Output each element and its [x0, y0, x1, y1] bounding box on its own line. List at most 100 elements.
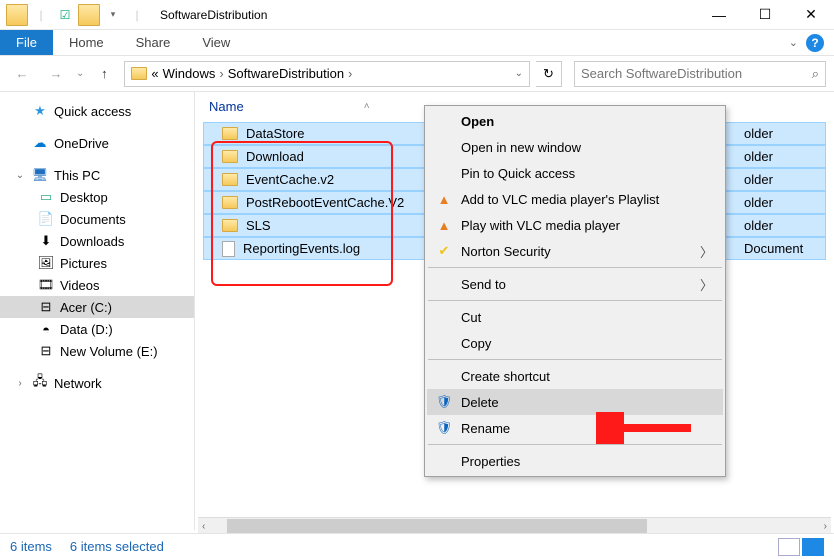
- sidebar-item-data-d[interactable]: ◓Data (D:): [0, 318, 194, 340]
- sidebar-item-downloads[interactable]: ⬇Downloads: [0, 230, 194, 252]
- sidebar-item-label: Data (D:): [60, 322, 113, 337]
- file-name: SLS: [246, 218, 271, 233]
- sidebar-network[interactable]: ›🖧Network: [0, 372, 194, 394]
- breadcrumb-part[interactable]: SoftwareDistribution: [228, 66, 344, 81]
- breadcrumb-part[interactable]: Windows: [163, 66, 216, 81]
- file-type: older: [744, 149, 773, 164]
- file-type: Document: [744, 241, 803, 256]
- folder-icon: [222, 173, 238, 186]
- close-button[interactable]: ✕: [788, 0, 834, 30]
- minimize-button[interactable]: —: [696, 0, 742, 30]
- chevron-right-icon: 〉: [700, 242, 713, 261]
- folder-icon: [222, 150, 238, 163]
- scroll-right-icon[interactable]: ›: [820, 521, 831, 532]
- menu-open[interactable]: Open: [427, 108, 723, 134]
- address-dropdown-icon[interactable]: ⌄: [515, 68, 523, 79]
- recent-dropdown-icon[interactable]: ⌄: [76, 68, 84, 79]
- tab-home[interactable]: Home: [53, 30, 120, 55]
- menu-label: Play with VLC media player: [461, 218, 620, 233]
- qat-overflow-icon[interactable]: ▾: [102, 4, 124, 26]
- sidebar-item-label: New Volume (E:): [60, 344, 158, 359]
- scroll-left-icon[interactable]: ‹: [198, 521, 209, 532]
- sort-indicator-icon[interactable]: ˄: [364, 101, 370, 112]
- pc-icon: 🖥: [32, 167, 48, 183]
- tab-share[interactable]: Share: [120, 30, 187, 55]
- sidebar-item-pictures[interactable]: 🖼Pictures: [0, 252, 194, 274]
- shield-icon: 🛡: [435, 420, 453, 436]
- scrollbar-thumb[interactable]: [227, 519, 647, 534]
- quick-access-toolbar: | ☑ ▾ |: [6, 4, 148, 26]
- qat-folder-icon[interactable]: [78, 4, 100, 26]
- menu-copy[interactable]: Copy: [427, 330, 723, 356]
- menu-delete[interactable]: 🛡Delete: [427, 389, 723, 415]
- window-title: SoftwareDistribution: [160, 8, 267, 22]
- sidebar-item-documents[interactable]: 📄Documents: [0, 208, 194, 230]
- sidebar-item-new-volume-e[interactable]: ⊟New Volume (E:): [0, 340, 194, 362]
- menu-cut[interactable]: Cut: [427, 304, 723, 330]
- sidebar-item-videos[interactable]: 🎞 Videos: [0, 274, 194, 296]
- menu-rename[interactable]: 🛡Rename: [427, 415, 723, 441]
- folder-icon: [131, 67, 147, 80]
- properties-icon[interactable]: ☑: [54, 4, 76, 26]
- menu-label: Add to VLC media player's Playlist: [461, 192, 659, 207]
- file-name: PostRebootEventCache.V2: [246, 195, 404, 210]
- sidebar-quick-access[interactable]: ★ Quick access: [0, 100, 194, 122]
- view-details-button[interactable]: [778, 538, 800, 556]
- view-large-button[interactable]: [802, 538, 824, 556]
- downloads-icon: ⬇: [38, 233, 54, 249]
- horizontal-scrollbar[interactable]: ‹ ›: [198, 517, 831, 534]
- sidebar-item-label: Quick access: [54, 104, 131, 119]
- navbar: ← → ⌄ ↑ « Windows › SoftwareDistribution…: [0, 56, 834, 92]
- menu-send-to[interactable]: Send to 〉: [427, 271, 723, 297]
- tab-view[interactable]: View: [186, 30, 246, 55]
- search-input[interactable]: [581, 66, 812, 81]
- chevron-right-icon[interactable]: ›: [348, 66, 352, 81]
- forward-button[interactable]: →: [42, 60, 70, 88]
- breadcrumb[interactable]: « Windows › SoftwareDistribution › ⌄: [124, 61, 530, 87]
- search-box[interactable]: ⌕: [574, 61, 826, 87]
- chevron-right-icon: 〉: [700, 275, 713, 294]
- menu-vlc-playlist[interactable]: ▲Add to VLC media player's Playlist: [427, 186, 723, 212]
- file-name: Download: [246, 149, 304, 164]
- ribbon: File Home Share View ⌄ ?: [0, 30, 834, 56]
- norton-icon: ✔: [435, 243, 453, 259]
- sidebar: ★Quick access ☁OneDrive ⌄🖥This PC ▭Deskt…: [0, 92, 195, 530]
- drive-icon: ⊟: [38, 299, 54, 315]
- maximize-button[interactable]: ☐: [742, 0, 788, 30]
- menu-vlc-play[interactable]: ▲Play with VLC media player: [427, 212, 723, 238]
- search-icon[interactable]: ⌕: [812, 66, 819, 82]
- up-button[interactable]: ↑: [90, 60, 118, 88]
- qat-separator: |: [30, 4, 52, 26]
- menu-separator: [428, 267, 722, 268]
- menu-label: Send to: [461, 277, 506, 292]
- expand-icon[interactable]: ›: [14, 378, 26, 389]
- menu-norton[interactable]: ✔Norton Security〉: [427, 238, 723, 264]
- file-name: EventCache.v2: [246, 172, 334, 187]
- sidebar-item-label: Network: [54, 376, 102, 391]
- documents-icon: 📄: [38, 211, 54, 227]
- sidebar-item-desktop[interactable]: ▭Desktop: [0, 186, 194, 208]
- help-icon[interactable]: ?: [806, 34, 824, 52]
- back-button[interactable]: ←: [8, 60, 36, 88]
- sidebar-item-label: Videos: [60, 278, 100, 293]
- menu-properties[interactable]: Properties: [427, 448, 723, 474]
- sidebar-item-acer-c[interactable]: ⊟ Acer (C:): [0, 296, 194, 318]
- star-icon: ★: [32, 103, 48, 119]
- expand-icon[interactable]: ⌄: [14, 170, 26, 181]
- file-tab[interactable]: File: [0, 30, 53, 55]
- sidebar-item-label: Acer (C:): [60, 300, 112, 315]
- column-header-name[interactable]: Name: [209, 99, 244, 114]
- file-type: older: [744, 218, 773, 233]
- ribbon-expand-icon[interactable]: ⌄: [789, 36, 798, 49]
- refresh-button[interactable]: ↻: [536, 61, 562, 87]
- menu-separator: [428, 300, 722, 301]
- menu-pin-quick-access[interactable]: Pin to Quick access: [427, 160, 723, 186]
- menu-create-shortcut[interactable]: Create shortcut: [427, 363, 723, 389]
- chevron-right-icon[interactable]: ›: [219, 66, 223, 81]
- menu-open-new-window[interactable]: Open in new window: [427, 134, 723, 160]
- videos-icon: 🎞: [38, 277, 54, 293]
- sidebar-onedrive[interactable]: ☁OneDrive: [0, 132, 194, 154]
- sidebar-this-pc[interactable]: ⌄🖥This PC: [0, 164, 194, 186]
- folder-icon: [222, 219, 238, 232]
- titlebar: | ☑ ▾ | SoftwareDistribution — ☐ ✕: [0, 0, 834, 30]
